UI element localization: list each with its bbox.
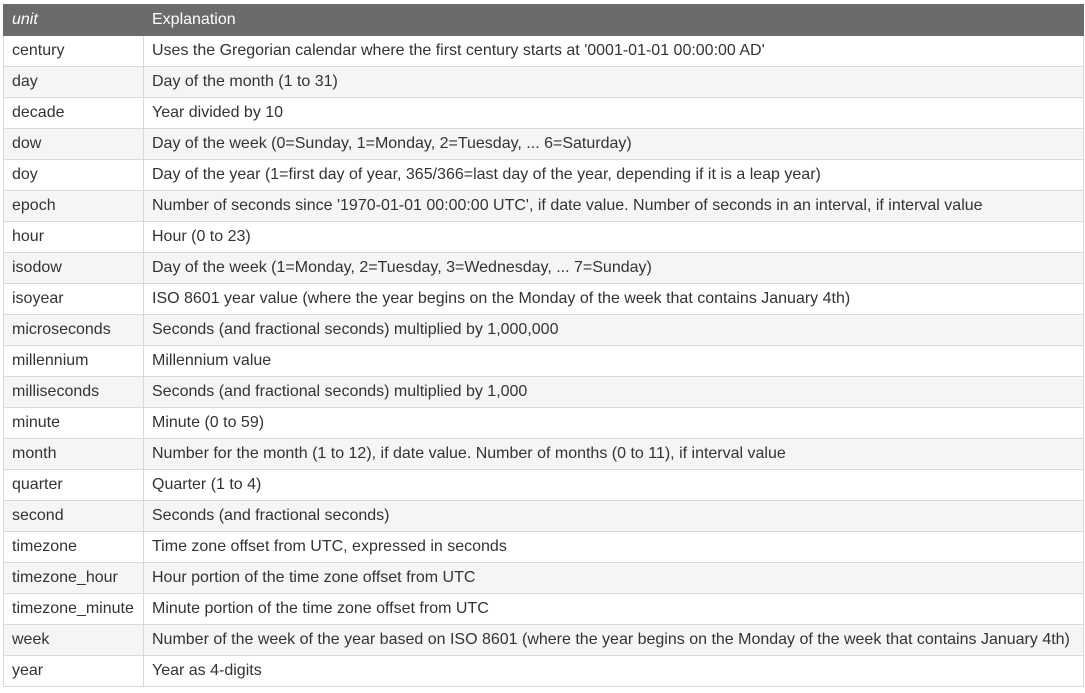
table-row: doy Day of the year (1=first day of year,…	[3, 159, 1084, 191]
table-row: hour Hour (0 to 23)	[3, 221, 1084, 253]
table-row: isodow Day of the week (1=Monday, 2=Tuesd…	[3, 252, 1084, 284]
units-table: unit Explanation century Uses the Gregori…	[3, 4, 1084, 687]
explanation-cell: Time zone offset from UTC, expressed in …	[143, 531, 1084, 563]
unit-cell: doy	[3, 159, 144, 191]
explanation-cell: ISO 8601 year value (where the year begi…	[143, 283, 1084, 315]
table-row: microseconds Seconds (and fractional seco…	[3, 314, 1084, 346]
explanation-cell: Number of the week of the year based on …	[143, 624, 1084, 656]
header-row: unit Explanation	[3, 4, 1084, 36]
table-body: century Uses the Gregorian calendar where…	[3, 35, 1084, 687]
explanation-cell: Year as 4-digits	[143, 655, 1084, 687]
table-row: timezone Time zone offset from UTC, expre…	[3, 531, 1084, 563]
explanation-cell: Seconds (and fractional seconds) multipl…	[143, 314, 1084, 346]
explanation-cell: Millennium value	[143, 345, 1084, 377]
explanation-cell: Hour (0 to 23)	[143, 221, 1084, 253]
units-table-container: unit Explanation century Uses the Gregori…	[3, 4, 1084, 687]
explanation-cell: Year divided by 10	[143, 97, 1084, 129]
table-row: week Number of the week of the year based…	[3, 624, 1084, 656]
explanation-cell: Seconds (and fractional seconds) multipl…	[143, 376, 1084, 408]
unit-cell: hour	[3, 221, 144, 253]
unit-cell: dow	[3, 128, 144, 160]
explanation-cell: Minute (0 to 59)	[143, 407, 1084, 439]
table-row: century Uses the Gregorian calendar where…	[3, 35, 1084, 67]
unit-cell: day	[3, 66, 144, 98]
unit-cell: timezone_hour	[3, 562, 144, 594]
column-header-unit: unit	[3, 4, 144, 36]
table-row: dow Day of the week (0=Sunday, 1=Monday, …	[3, 128, 1084, 160]
unit-cell: minute	[3, 407, 144, 439]
explanation-cell: Hour portion of the time zone offset fro…	[143, 562, 1084, 594]
table-row: second Seconds (and fractional seconds)	[3, 500, 1084, 532]
unit-cell: microseconds	[3, 314, 144, 346]
unit-cell: millennium	[3, 345, 144, 377]
explanation-cell: Uses the Gregorian calendar where the fi…	[143, 35, 1084, 67]
table-row: minute Minute (0 to 59)	[3, 407, 1084, 439]
table-row: year Year as 4-digits	[3, 655, 1084, 687]
table-header: unit Explanation	[3, 4, 1084, 36]
unit-cell: month	[3, 438, 144, 470]
table-row: isoyear ISO 8601 year value (where the ye…	[3, 283, 1084, 315]
explanation-cell: Number of seconds since '1970-01-01 00:0…	[143, 190, 1084, 222]
explanation-cell: Quarter (1 to 4)	[143, 469, 1084, 501]
table-row: decade Year divided by 10	[3, 97, 1084, 129]
explanation-cell: Seconds (and fractional seconds)	[143, 500, 1084, 532]
unit-cell: second	[3, 500, 144, 532]
table-row: timezone_minute Minute portion of the tim…	[3, 593, 1084, 625]
unit-cell: century	[3, 35, 144, 67]
unit-cell: isodow	[3, 252, 144, 284]
table-row: timezone_hour Hour portion of the time zo…	[3, 562, 1084, 594]
explanation-cell: Number for the month (1 to 12), if date …	[143, 438, 1084, 470]
unit-cell: week	[3, 624, 144, 656]
explanation-cell: Day of the year (1=first day of year, 36…	[143, 159, 1084, 191]
table-row: millennium Millennium value	[3, 345, 1084, 377]
unit-cell: timezone_minute	[3, 593, 144, 625]
table-row: quarter Quarter (1 to 4)	[3, 469, 1084, 501]
explanation-cell: Minute portion of the time zone offset f…	[143, 593, 1084, 625]
explanation-cell: Day of the week (0=Sunday, 1=Monday, 2=T…	[143, 128, 1084, 160]
unit-cell: decade	[3, 97, 144, 129]
unit-cell: quarter	[3, 469, 144, 501]
column-header-explanation: Explanation	[143, 4, 1084, 36]
explanation-cell: Day of the week (1=Monday, 2=Tuesday, 3=…	[143, 252, 1084, 284]
unit-cell: year	[3, 655, 144, 687]
unit-cell: milliseconds	[3, 376, 144, 408]
unit-cell: timezone	[3, 531, 144, 563]
table-row: month Number for the month (1 to 12), if …	[3, 438, 1084, 470]
explanation-cell: Day of the month (1 to 31)	[143, 66, 1084, 98]
unit-cell: epoch	[3, 190, 144, 222]
table-row: epoch Number of seconds since '1970-01-01…	[3, 190, 1084, 222]
table-row: day Day of the month (1 to 31)	[3, 66, 1084, 98]
table-row: milliseconds Seconds (and fractional seco…	[3, 376, 1084, 408]
unit-cell: isoyear	[3, 283, 144, 315]
